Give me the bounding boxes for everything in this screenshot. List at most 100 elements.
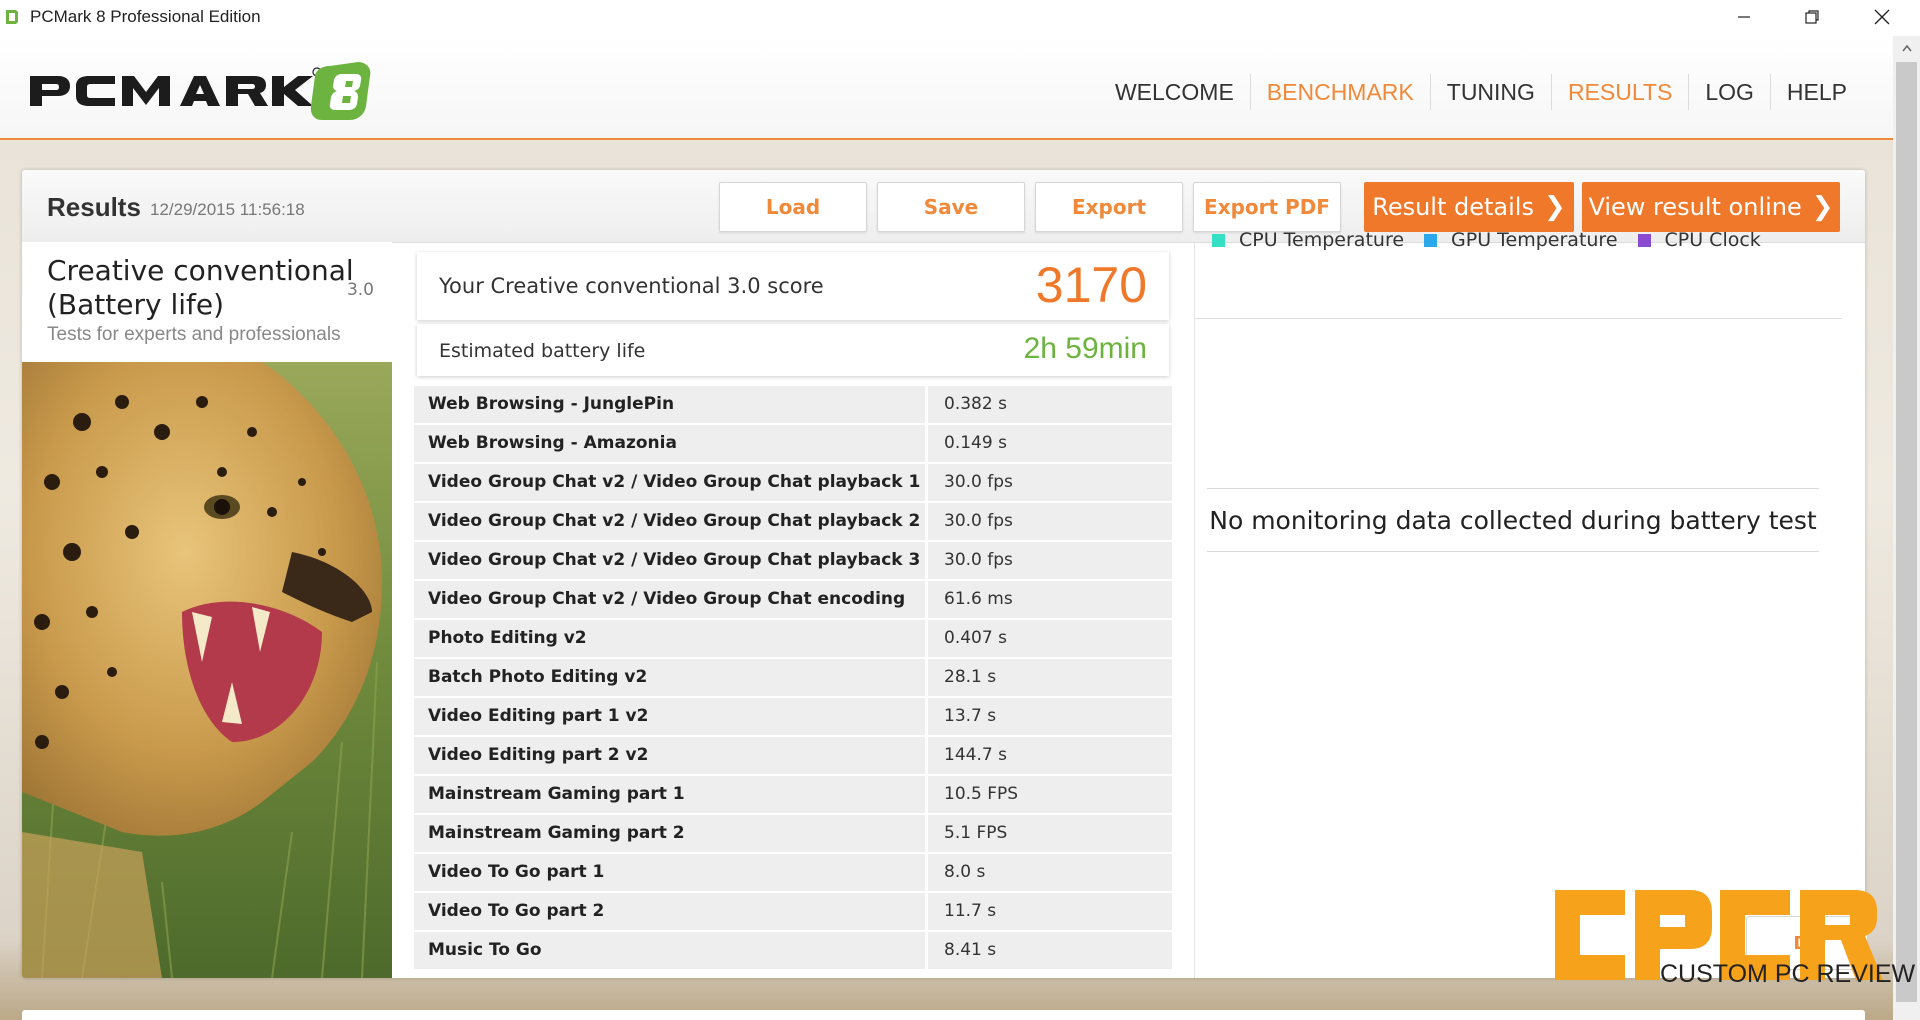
subtest-name: Web Browsing - JunglePin bbox=[414, 386, 925, 423]
nav-log[interactable]: LOG bbox=[1689, 74, 1771, 110]
nav-welcome[interactable]: WELCOME bbox=[1099, 74, 1251, 110]
nav-help[interactable]: HELP bbox=[1771, 74, 1863, 110]
table-row: Photo Editing v2 0.407 s bbox=[414, 620, 1172, 657]
result-details-label: Result details bbox=[1372, 193, 1534, 221]
table-row: Batch Photo Editing v2 28.1 s bbox=[414, 659, 1172, 696]
view-result-online-label: View result online bbox=[1588, 193, 1802, 221]
legend-swatch bbox=[1424, 233, 1438, 247]
test-header: Creative conventional (Battery life) 3.0… bbox=[22, 242, 392, 352]
legend-swatch bbox=[1212, 233, 1225, 247]
table-row: Mainstream Gaming part 2 5.1 FPS bbox=[414, 815, 1172, 852]
table-row: Video Group Chat v2 / Video Group Chat p… bbox=[414, 542, 1172, 607]
legend-cpu-temperature[interactable]: CPU Temperature bbox=[1212, 229, 1404, 251]
window-title: PCMark 8 Professional Edition bbox=[30, 7, 261, 26]
close-button[interactable] bbox=[1852, 0, 1912, 34]
subtest-value: 13.7 s bbox=[928, 698, 1172, 735]
pcmark-app-icon bbox=[6, 10, 18, 24]
main-nav: WELCOME BENCHMARK TUNING RESULTS LOG HEL… bbox=[1099, 74, 1863, 110]
subtest-name: Video Group Chat v2 / Video Group Chat p… bbox=[414, 503, 925, 568]
app-header: WELCOME BENCHMARK TUNING RESULTS LOG HEL… bbox=[0, 36, 1893, 140]
legend-gpu-temperature[interactable]: GPU Temperature bbox=[1424, 229, 1618, 251]
test-version: 3.0 bbox=[346, 280, 374, 300]
subtest-name: Video To Go part 2 bbox=[414, 893, 925, 930]
subtest-value: 0.149 s bbox=[928, 425, 1172, 462]
score-value: 3170 bbox=[1035, 257, 1147, 313]
test-name-line2: (Battery life) bbox=[47, 288, 225, 321]
nav-tuning[interactable]: TUNING bbox=[1431, 74, 1552, 110]
legend-swatch bbox=[1637, 233, 1651, 247]
scroll-thumb[interactable] bbox=[1896, 62, 1917, 1002]
title-bar: PCMark 8 Professional Edition bbox=[0, 0, 1920, 36]
nav-benchmark[interactable]: BENCHMARK bbox=[1251, 74, 1431, 110]
legend-label: CPU Clock bbox=[1664, 229, 1761, 251]
subtest-name: Video Group Chat v2 / Video Group Chat p… bbox=[414, 542, 925, 607]
monitoring-legend: CPU Temperature GPU Temperature CPU Cloc… bbox=[1212, 220, 1781, 260]
subtest-value: 5.1 FPS bbox=[928, 815, 1172, 852]
restore-button[interactable] bbox=[1782, 0, 1842, 34]
subtest-name: Batch Photo Editing v2 bbox=[414, 659, 925, 696]
subtest-name: Web Browsing - Amazonia bbox=[414, 425, 925, 462]
table-row: Video Editing part 2 v2 144.7 s bbox=[414, 737, 1172, 774]
legend-divider bbox=[1194, 318, 1842, 319]
table-row: Video Group Chat v2 / Video Group Chat p… bbox=[414, 503, 1172, 568]
test-name: Creative conventional (Battery life) bbox=[47, 254, 354, 322]
battery-life-card: Estimated battery life 2h 59min bbox=[417, 324, 1169, 376]
test-subtitle: Tests for experts and professionals bbox=[47, 324, 341, 345]
subtest-value: 61.6 ms bbox=[928, 581, 1172, 618]
subtest-value: 30.0 fps bbox=[928, 464, 1172, 501]
table-row: Music To Go 8.41 s bbox=[414, 932, 1172, 969]
subtest-name: Music To Go bbox=[414, 932, 925, 969]
subtest-value: 28.1 s bbox=[928, 659, 1172, 696]
subtest-value: 10.5 FPS bbox=[928, 776, 1172, 813]
chevron-right-icon: ❯ bbox=[1543, 192, 1566, 222]
load-button[interactable]: Load bbox=[719, 182, 867, 232]
subtest-name: Video Group Chat v2 / Video Group Chat p… bbox=[414, 464, 925, 529]
save-button[interactable]: Save bbox=[877, 182, 1025, 232]
results-panel: Results 12/29/2015 11:56:18 Load Save Ex… bbox=[22, 170, 1865, 978]
legend-cpu-clock[interactable]: CPU Clock bbox=[1637, 229, 1761, 251]
scroll-up-button[interactable] bbox=[1893, 36, 1920, 60]
minimize-icon bbox=[1738, 16, 1750, 18]
subtest-name: Video Editing part 2 v2 bbox=[414, 737, 925, 774]
legend-label: CPU Temperature bbox=[1239, 229, 1405, 251]
subtest-value: 8.0 s bbox=[928, 854, 1172, 891]
restore-icon bbox=[1805, 10, 1819, 24]
results-title: Results bbox=[47, 192, 141, 222]
arrow-up-icon bbox=[1901, 44, 1912, 52]
monitoring-message: No monitoring data collected during batt… bbox=[1209, 505, 1817, 535]
subtest-value: 30.0 fps bbox=[928, 542, 1172, 579]
minimize-button[interactable] bbox=[1714, 0, 1774, 34]
column-divider bbox=[1194, 242, 1195, 978]
table-row: Video To Go part 2 11.7 s bbox=[414, 893, 1172, 930]
monitoring-message-box: No monitoring data collected during batt… bbox=[1207, 488, 1819, 552]
test-name-line1: Creative conventional bbox=[47, 254, 354, 287]
table-row: Web Browsing - Amazonia 0.149 s bbox=[414, 425, 1172, 462]
subtest-name: Video To Go part 1 bbox=[414, 854, 925, 891]
table-row: Video To Go part 1 8.0 s bbox=[414, 854, 1172, 891]
export-button[interactable]: Export bbox=[1035, 182, 1183, 232]
table-row: Video Editing part 1 v2 13.7 s bbox=[414, 698, 1172, 735]
results-timestamp: 12/29/2015 11:56:18 bbox=[150, 200, 305, 219]
table-row: Web Browsing - JunglePin 0.382 s bbox=[414, 386, 1172, 423]
score-label: Your Creative conventional 3.0 score bbox=[439, 274, 824, 298]
subtest-value: 8.41 s bbox=[928, 932, 1172, 969]
battery-life-value: 2h 59min bbox=[1023, 332, 1147, 365]
subtest-value: 144.7 s bbox=[928, 737, 1172, 774]
subtest-value: 0.382 s bbox=[928, 386, 1172, 423]
subtest-name: Video Group Chat v2 / Video Group Chat e… bbox=[414, 581, 925, 646]
next-panel-edge bbox=[22, 1010, 1865, 1020]
table-row: Video Group Chat v2 / Video Group Chat e… bbox=[414, 581, 1172, 646]
chevron-right-icon: ❯ bbox=[1811, 192, 1834, 222]
subtest-name: Mainstream Gaming part 1 bbox=[414, 776, 925, 813]
watermark-text: CUSTOM PC REVIEW bbox=[1660, 960, 1916, 988]
table-row: Video Group Chat v2 / Video Group Chat p… bbox=[414, 464, 1172, 529]
subtest-name: Photo Editing v2 bbox=[414, 620, 925, 657]
legend-label: GPU Temperature bbox=[1451, 229, 1618, 251]
subtest-table: Web Browsing - JunglePin 0.382 s Web Brows… bbox=[414, 386, 1172, 971]
score-card: Your Creative conventional 3.0 score 317… bbox=[417, 252, 1169, 320]
subtest-value: 11.7 s bbox=[928, 893, 1172, 930]
nav-results[interactable]: RESULTS bbox=[1552, 74, 1690, 110]
leopard-image bbox=[22, 362, 392, 978]
vertical-scrollbar[interactable] bbox=[1893, 36, 1920, 1020]
table-row: Mainstream Gaming part 1 10.5 FPS bbox=[414, 776, 1172, 813]
